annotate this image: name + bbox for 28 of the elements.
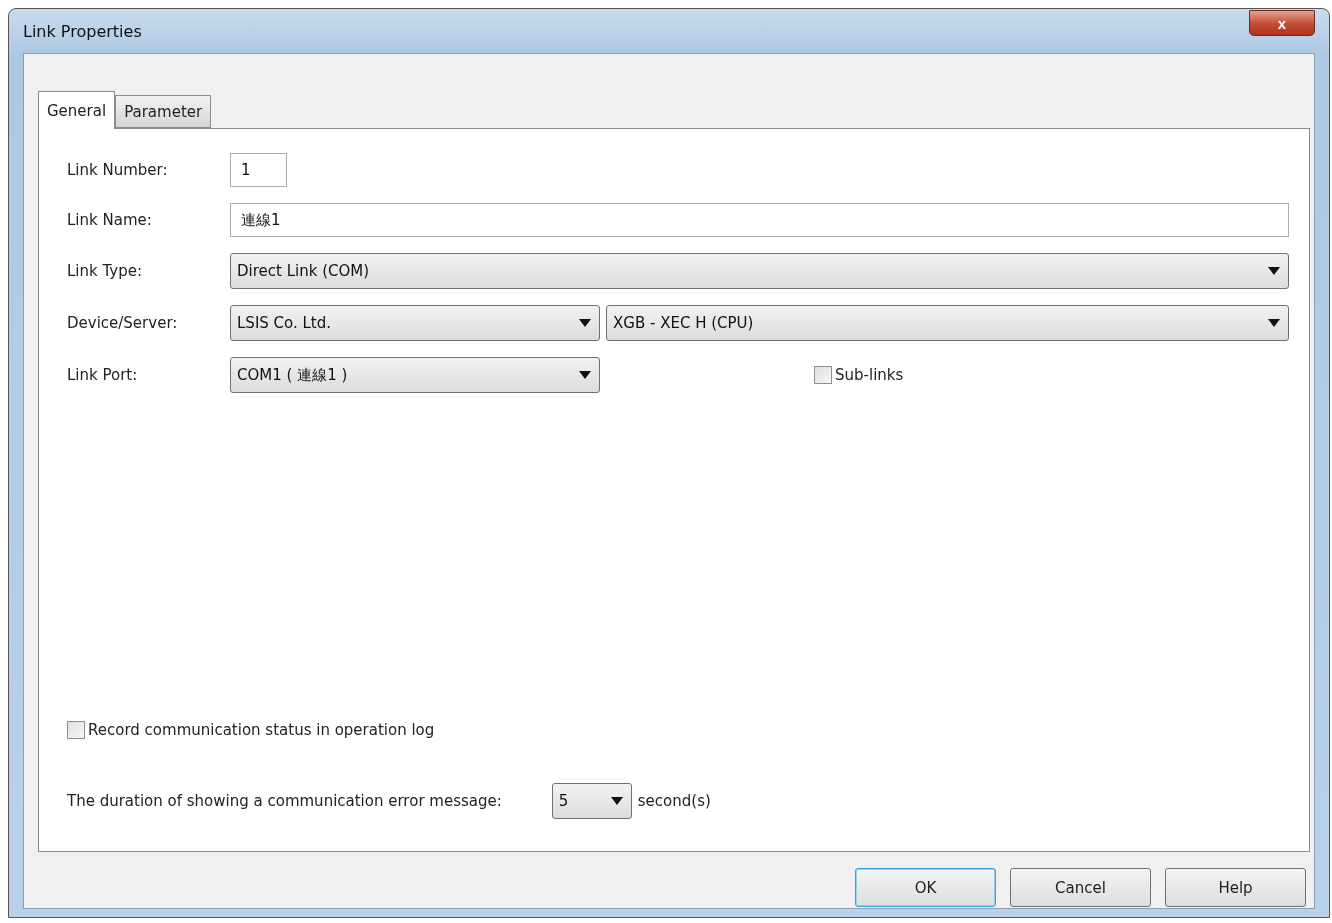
- field-label: Device/Server:: [67, 314, 179, 332]
- checkbox[interactable]: Sub-links: [814, 366, 904, 384]
- dropdown[interactable]: LSIS Co. Ltd.: [230, 305, 600, 341]
- dialog-button[interactable]: Help: [1165, 868, 1306, 907]
- text-field[interactable]: 1: [230, 153, 287, 187]
- unit-label: second(s): [637, 792, 711, 810]
- duration-label: The duration of showing a communication error message:: [67, 792, 502, 810]
- dropdown[interactable]: 5: [551, 783, 632, 819]
- tab[interactable]: General: [38, 91, 116, 129]
- window-title: Link Properties: [23, 21, 142, 41]
- close-button[interactable]: x: [1249, 10, 1315, 36]
- dropdown[interactable]: XGB - XEC H (CPU): [606, 305, 1289, 341]
- caret-icon: [610, 797, 623, 805]
- dropdown[interactable]: Direct Link (COM): [230, 253, 1289, 289]
- dialog-button[interactable]: OK: [855, 868, 996, 907]
- field-label: Link Name:: [67, 211, 153, 229]
- dialog-button[interactable]: Cancel: [1010, 868, 1151, 907]
- checkbox[interactable]: Record communication status in operation log: [67, 721, 435, 739]
- dropdown[interactable]: COM1 ( 連線1 ): [230, 357, 600, 393]
- text-field[interactable]: 連線1: [230, 203, 1289, 237]
- field-label: Link Type:: [67, 262, 143, 280]
- field-label: Link Port:: [67, 366, 139, 384]
- field-label: Link Number:: [67, 161, 169, 179]
- caret-icon: [1268, 319, 1280, 327]
- tab[interactable]: Parameter: [115, 95, 212, 128]
- caret-icon: [579, 319, 591, 327]
- caret-icon: [579, 371, 591, 379]
- caret-icon: [1268, 267, 1280, 275]
